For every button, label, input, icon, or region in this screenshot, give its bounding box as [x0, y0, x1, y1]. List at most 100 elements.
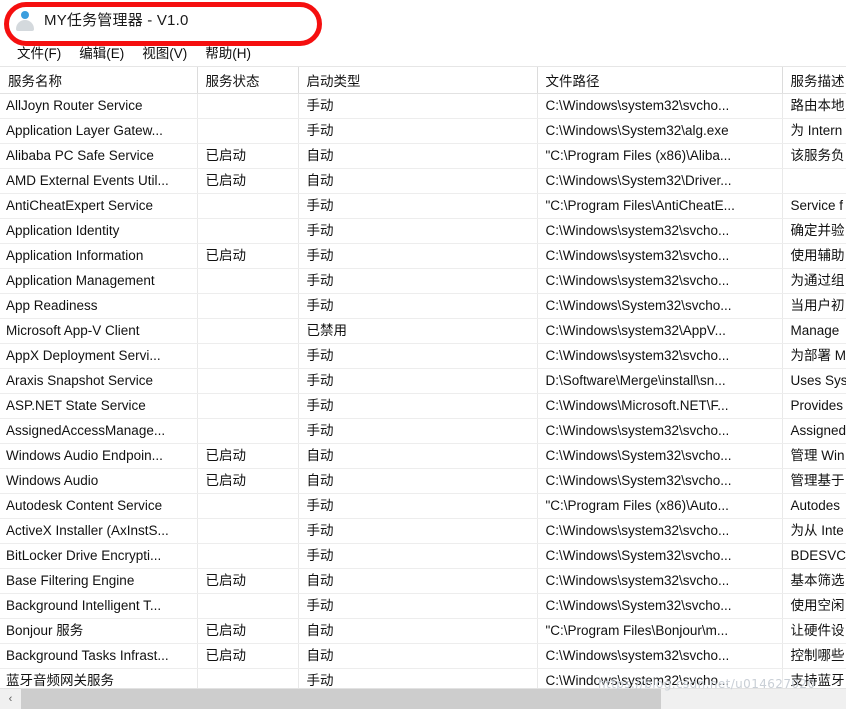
cell-file-path: C:\Windows\System32\svcho... [537, 443, 783, 469]
cell-service-name: AntiCheatExpert Service [0, 193, 198, 219]
table-body: AllJoyn Router Service 手动 C:\Windows\syste… [0, 93, 846, 688]
table-row[interactable]: AppX Deployment Servi... 手动 C:\Windows\sys… [0, 343, 846, 369]
column-header-startup-type[interactable]: 启动类型 [298, 67, 538, 94]
table-row[interactable]: AllJoyn Router Service 手动 C:\Windows\syste… [0, 93, 846, 119]
menu-file[interactable]: 文件(F) [8, 40, 70, 64]
column-header-service-name[interactable]: 服务名称 [0, 67, 198, 94]
table-row[interactable]: 蓝牙音频网关服务 手动 C:\Windows\system32\svcho... 支持… [0, 668, 846, 688]
cell-service-description: Uses Sys [782, 368, 846, 394]
cell-service-name: AssignedAccessManage... [0, 418, 198, 444]
cell-service-status [197, 318, 299, 344]
table-row[interactable]: Autodesk Content Service 手动 "C:\Program Fi… [0, 493, 846, 519]
cell-file-path: C:\Windows\system32\svcho... [537, 668, 783, 688]
cell-service-status [197, 518, 299, 544]
cell-service-status: 已启动 [197, 618, 299, 644]
table-row[interactable]: Base Filtering Engine 已启动 自动 C:\Windows\sys… [0, 568, 846, 594]
menu-help[interactable]: 帮助(H) [196, 40, 260, 64]
cell-file-path: C:\Windows\Microsoft.NET\F... [537, 393, 783, 419]
cell-service-name: Application Information [0, 243, 198, 269]
table-row[interactable]: ActiveX Installer (AxInstS... 手动 C:\Window… [0, 518, 846, 544]
cell-service-name: Araxis Snapshot Service [0, 368, 198, 394]
table-header: 服务名称 服务状态 启动类型 文件路径 服务描述 [0, 67, 846, 94]
cell-service-status [197, 668, 299, 688]
cell-file-path: C:\Windows\System32\svcho... [537, 593, 783, 619]
cell-service-description: 为 Intern [782, 118, 846, 144]
cell-startup-type: 手动 [298, 393, 538, 419]
cell-service-description: Manage [782, 318, 846, 344]
cell-service-status [197, 343, 299, 369]
cell-service-description: Provides [782, 393, 846, 419]
cell-service-status [197, 368, 299, 394]
cell-startup-type: 手动 [298, 593, 538, 619]
cell-startup-type: 自动 [298, 468, 538, 494]
scrollbar-track[interactable] [21, 689, 846, 709]
cell-file-path: C:\Windows\System32\svcho... [537, 293, 783, 319]
cell-service-status [197, 93, 299, 119]
table-row[interactable]: Application Management 手动 C:\Windows\syste… [0, 268, 846, 294]
cell-startup-type: 手动 [298, 668, 538, 688]
table-row[interactable]: Application Identity 手动 C:\Windows\system3… [0, 218, 846, 244]
cell-service-name: Base Filtering Engine [0, 568, 198, 594]
cell-service-description [782, 168, 846, 194]
table-row[interactable]: Background Tasks Infrast... 已启动 自动 C:\Windo… [0, 643, 846, 669]
table-row[interactable]: BitLocker Drive Encrypti... 手动 C:\Windows\… [0, 543, 846, 569]
column-header-file-path[interactable]: 文件路径 [537, 67, 783, 94]
cell-service-status: 已启动 [197, 468, 299, 494]
horizontal-scrollbar[interactable]: ‹ [0, 688, 846, 709]
cell-startup-type: 自动 [298, 568, 538, 594]
table-row[interactable]: AMD External Events Util... 已启动 自动 C:\Windo… [0, 168, 846, 194]
cell-service-status [197, 543, 299, 569]
cell-startup-type: 手动 [298, 118, 538, 144]
table-row[interactable]: ASP.NET State Service 手动 C:\Windows\Micros… [0, 393, 846, 419]
table-row[interactable]: App Readiness 手动 C:\Windows\System32\svcho… [0, 293, 846, 319]
cell-file-path: C:\Windows\System32\svcho... [537, 468, 783, 494]
cell-startup-type: 自动 [298, 643, 538, 669]
table-row[interactable]: Windows Audio 已启动 自动 C:\Windows\System32\sv… [0, 468, 846, 494]
cell-file-path: "C:\Program Files\AntiCheatE... [537, 193, 783, 219]
cell-service-name: Application Identity [0, 218, 198, 244]
cell-service-status [197, 493, 299, 519]
menu-view[interactable]: 视图(V) [133, 40, 196, 64]
cell-file-path: C:\Windows\system32\AppV... [537, 318, 783, 344]
cell-service-name: Background Intelligent T... [0, 593, 198, 619]
table-header-row: 服务名称 服务状态 启动类型 文件路径 服务描述 [0, 67, 846, 94]
cell-service-description: 管理 Win [782, 443, 846, 469]
application-window: MY任务管理器 - V1.0 文件(F) 编辑(E) 视图(V) 帮助(H) 服… [0, 0, 846, 709]
cell-file-path: D:\Software\Merge\install\sn... [537, 368, 783, 394]
scroll-left-arrow-icon[interactable]: ‹ [0, 689, 21, 709]
cell-service-description: 该服务负 [782, 143, 846, 169]
cell-file-path: C:\Windows\system32\svcho... [537, 568, 783, 594]
table-row[interactable]: Bonjour 服务 已启动 自动 "C:\Program Files\Bonjour… [0, 618, 846, 644]
services-table-container[interactable]: 服务名称 服务状态 启动类型 文件路径 服务描述 AllJoyn Router … [0, 66, 846, 688]
table-row[interactable]: Windows Audio Endpoin... 已启动 自动 C:\Windows\… [0, 443, 846, 469]
cell-service-description: Assigned [782, 418, 846, 444]
cell-file-path: "C:\Program Files\Bonjour\m... [537, 618, 783, 644]
menu-edit[interactable]: 编辑(E) [70, 40, 133, 64]
cell-startup-type: 自动 [298, 618, 538, 644]
cell-service-name: App Readiness [0, 293, 198, 319]
cell-startup-type: 自动 [298, 168, 538, 194]
cell-service-name: AMD External Events Util... [0, 168, 198, 194]
cell-service-status [197, 118, 299, 144]
table-row[interactable]: Background Intelligent T... 手动 C:\Windows\… [0, 593, 846, 619]
table-row[interactable]: Microsoft App-V Client 已禁用 C:\Windows\syst… [0, 318, 846, 344]
cell-service-description: 使用空闲 [782, 593, 846, 619]
table-row[interactable]: Araxis Snapshot Service 手动 D:\Software\Mer… [0, 368, 846, 394]
services-table: 服务名称 服务状态 启动类型 文件路径 服务描述 AllJoyn Router … [0, 67, 846, 688]
cell-service-description: 当用户初 [782, 293, 846, 319]
table-row[interactable]: AssignedAccessManage... 手动 C:\Windows\syst… [0, 418, 846, 444]
title-bar: MY任务管理器 - V1.0 [0, 0, 846, 38]
cell-service-name: AllJoyn Router Service [0, 93, 198, 119]
cell-file-path: "C:\Program Files (x86)\Auto... [537, 493, 783, 519]
cell-service-status: 已启动 [197, 243, 299, 269]
cell-service-name: ASP.NET State Service [0, 393, 198, 419]
column-header-service-description[interactable]: 服务描述 [782, 67, 846, 94]
scrollbar-thumb[interactable] [21, 689, 661, 709]
table-row[interactable]: Application Layer Gatew... 手动 C:\Windows\S… [0, 118, 846, 144]
cell-service-status: 已启动 [197, 168, 299, 194]
table-row[interactable]: Application Information 已启动 手动 C:\Windows\s… [0, 243, 846, 269]
table-row[interactable]: AntiCheatExpert Service 手动 "C:\Program Fil… [0, 193, 846, 219]
cell-startup-type: 手动 [298, 268, 538, 294]
column-header-service-status[interactable]: 服务状态 [197, 67, 299, 94]
table-row[interactable]: Alibaba PC Safe Service 已启动 自动 "C:\Program … [0, 143, 846, 169]
